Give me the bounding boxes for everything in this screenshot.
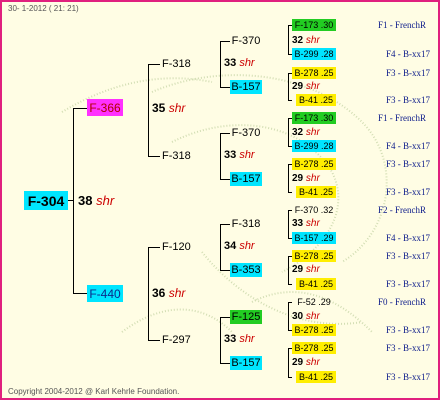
breed-label: F3 - B-xx17 [386,279,431,289]
breed-label: F0 - FrenchR [378,297,426,307]
grandparent-score: 33 shr [224,333,255,345]
ggparent-id[interactable]: F-318 [230,217,262,231]
breed-label: F3 - B-xx17 [386,343,431,353]
gggparent-id[interactable]: B-41 .25 [296,371,336,383]
ggparent-id[interactable]: F-370 [230,34,262,48]
parent-id[interactable]: F-440 [87,285,123,302]
breed-label: F4 - B-xx17 [386,49,431,59]
ggparent-id[interactable]: F-370 [230,126,262,140]
ggparent-score: 29 shr [292,357,320,368]
breed-label: F3 - B-xx17 [386,325,431,335]
gggparent-id[interactable]: B-41 .25 [296,186,336,198]
breed-label: F2 - FrenchR [378,205,426,215]
ggparent-score: 30 shr [292,311,320,322]
grandparent-score: 34 shr [224,240,255,252]
grandparent-id[interactable]: F-297 [162,335,191,346]
breed-label: F4 - B-xx17 [386,233,431,243]
breed-label: F1 - FrenchR [378,20,426,30]
grandparent-id[interactable]: F-120 [162,242,191,253]
gggparent-id[interactable]: B-157 .29 [292,232,336,244]
gggparent-id[interactable]: B-278 .25 [292,342,336,354]
parent-score: 36 shr [152,286,186,300]
gggparent-id[interactable]: B-278 .25 [292,250,336,262]
gggparent-id[interactable]: B-299 .28 [292,140,336,152]
gggparent-id[interactable]: F-370 .32 [292,204,336,216]
timestamp: 30- 1-2012 ( 21: 21) [8,4,79,13]
pedigree-frame: 30- 1-2012 ( 21: 21) Copyright 2004-2012… [0,0,440,400]
ggparent-score: 32 shr [292,35,320,46]
root-score: 38 shr [78,193,115,208]
parent-score: 35 shr [152,101,186,115]
grandparent-score: 33 shr [224,57,255,69]
breed-label: F3 - B-xx17 [386,372,431,382]
breed-label: F3 - B-xx17 [386,68,431,78]
breed-label: F1 - FrenchR [378,113,426,123]
ggparent-id[interactable]: B-353 [230,263,262,277]
copyright: Copyright 2004-2012 @ Karl Kehrle Founda… [8,387,180,396]
ggparent-id[interactable]: B-157 [230,356,262,370]
gggparent-id[interactable]: F-52 .29 [292,296,336,308]
parent-id[interactable]: F-366 [87,99,123,116]
gggparent-id[interactable]: F-173 .30 [292,19,336,31]
ggparent-score: 29 shr [292,81,320,92]
ggparent-score: 29 shr [292,173,320,184]
breed-label: F4 - B-xx17 [386,141,431,151]
breed-label: F3 - B-xx17 [386,159,431,169]
root-id[interactable]: F-304 [24,191,68,210]
ggparent-id[interactable]: B-157 [230,80,262,94]
gggparent-id[interactable]: F-173 .30 [292,112,336,124]
gggparent-id[interactable]: B-278 .25 [292,67,336,79]
grandparent-id[interactable]: F-318 [162,151,191,162]
ggparent-score: 32 shr [292,127,320,138]
ggparent-id[interactable]: F-125 [230,310,262,324]
ggparent-score: 33 shr [292,218,320,229]
grandparent-id[interactable]: F-318 [162,59,191,70]
gggparent-id[interactable]: B-41 .25 [296,94,336,106]
gggparent-id[interactable]: B-299 .28 [292,48,336,60]
ggparent-id[interactable]: B-157 [230,172,262,186]
breed-label: F3 - B-xx17 [386,187,431,197]
ggparent-score: 29 shr [292,264,320,275]
breed-label: F3 - B-xx17 [386,251,431,261]
breed-label: F3 - B-xx17 [386,95,431,105]
grandparent-score: 33 shr [224,149,255,161]
gggparent-id[interactable]: B-278 .25 [292,324,336,336]
gggparent-id[interactable]: B-41 .25 [296,278,336,290]
gggparent-id[interactable]: B-278 .25 [292,158,336,170]
